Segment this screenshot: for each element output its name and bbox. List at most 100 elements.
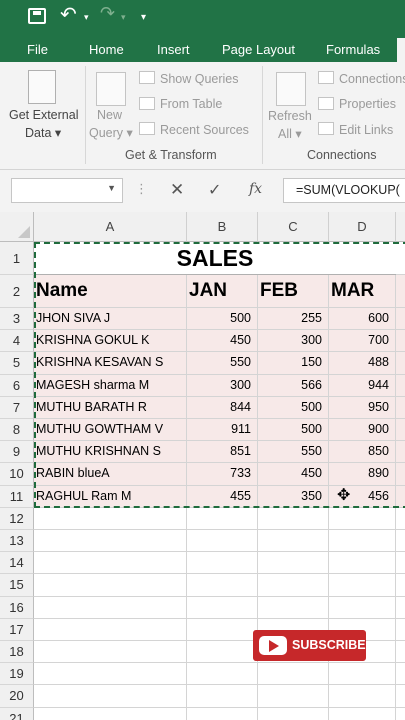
empty-cell[interactable] — [34, 530, 187, 553]
redo-dropdown-icon[interactable]: ▾ — [121, 12, 126, 23]
row-header[interactable]: 18 — [0, 641, 34, 664]
name-cell[interactable]: KRISHNA KESAVAN S — [34, 352, 187, 375]
customize-toolbar-icon[interactable]: ▾ — [141, 12, 146, 23]
cell[interactable] — [396, 463, 405, 486]
empty-cell[interactable] — [396, 641, 405, 664]
name-cell[interactable]: MAGESH sharma M — [34, 374, 187, 397]
cell[interactable] — [396, 242, 405, 275]
name-box-dropdown-icon[interactable]: ▼ — [107, 183, 116, 193]
sheet-title-cell[interactable]: SALES — [34, 242, 396, 275]
row-header[interactable]: 10 — [0, 463, 34, 486]
row-header[interactable]: 16 — [0, 596, 34, 619]
name-cell[interactable]: JHON SIVA J — [34, 308, 187, 331]
tab-home[interactable]: Home — [89, 42, 124, 57]
value-cell[interactable]: 900 — [329, 419, 396, 442]
empty-cell[interactable] — [396, 685, 405, 708]
save-icon[interactable] — [28, 8, 46, 24]
cell[interactable] — [396, 396, 405, 419]
column-header-d[interactable]: D — [329, 212, 396, 242]
subscribe-button[interactable]: SUBSCRIBE — [253, 630, 366, 661]
empty-cell[interactable] — [396, 508, 405, 530]
row-header[interactable]: 7 — [0, 396, 34, 419]
empty-cell[interactable] — [187, 552, 258, 575]
empty-cell[interactable] — [329, 574, 396, 597]
cell[interactable] — [396, 308, 405, 331]
value-cell[interactable]: 566 — [258, 374, 329, 397]
empty-cell[interactable] — [396, 552, 405, 575]
column-title-cell[interactable]: FEB — [258, 275, 329, 308]
empty-cell[interactable] — [258, 507, 329, 530]
cell[interactable] — [396, 441, 405, 464]
empty-cell[interactable] — [34, 707, 187, 720]
row-header[interactable]: 17 — [0, 618, 34, 641]
column-header-b[interactable]: B — [187, 212, 258, 242]
tab-file[interactable]: File — [27, 42, 48, 57]
empty-cell[interactable] — [187, 663, 258, 686]
value-cell[interactable]: 550 — [258, 441, 329, 464]
cell[interactable] — [396, 374, 405, 397]
value-cell[interactable]: 500 — [187, 308, 258, 331]
cell[interactable] — [396, 485, 405, 508]
row-header[interactable]: 20 — [0, 685, 34, 708]
row-header[interactable]: 15 — [0, 574, 34, 597]
value-cell[interactable]: 850 — [329, 441, 396, 464]
empty-cell[interactable] — [187, 574, 258, 597]
column-title-cell[interactable]: JAN — [187, 275, 258, 308]
cell[interactable] — [396, 330, 405, 353]
value-cell[interactable]: 488 — [329, 352, 396, 375]
empty-cell[interactable] — [187, 707, 258, 720]
value-cell[interactable]: 844 — [187, 396, 258, 419]
column-title-cell[interactable]: MAR — [329, 275, 396, 308]
value-cell[interactable]: 950 — [329, 396, 396, 419]
value-cell[interactable]: 733 — [187, 463, 258, 486]
row-header[interactable]: 9 — [0, 441, 34, 464]
cell[interactable] — [396, 275, 405, 308]
row-header[interactable]: 2 — [0, 275, 34, 308]
row-header[interactable]: 5 — [0, 352, 34, 375]
value-cell[interactable]: 890 — [329, 463, 396, 486]
value-cell[interactable]: 851 — [187, 441, 258, 464]
empty-cell[interactable] — [258, 530, 329, 553]
value-cell[interactable]: 600 — [329, 308, 396, 331]
empty-cell[interactable] — [329, 596, 396, 619]
value-cell[interactable]: 500 — [258, 419, 329, 442]
empty-cell[interactable] — [34, 552, 187, 575]
empty-cell[interactable] — [34, 618, 187, 641]
cancel-icon[interactable]: ✕ — [170, 180, 184, 200]
row-header[interactable]: 4 — [0, 330, 34, 353]
value-cell[interactable]: 150 — [258, 352, 329, 375]
value-cell[interactable]: 300 — [187, 374, 258, 397]
empty-cell[interactable] — [187, 530, 258, 553]
empty-cell[interactable] — [396, 530, 405, 553]
empty-cell[interactable] — [396, 663, 405, 686]
column-header-e[interactable] — [396, 212, 405, 242]
empty-cell[interactable] — [34, 685, 187, 708]
empty-cell[interactable] — [396, 597, 405, 619]
row-header[interactable]: 21 — [0, 707, 34, 720]
empty-cell[interactable] — [329, 707, 396, 720]
value-cell[interactable]: 455 — [187, 485, 258, 508]
empty-cell[interactable] — [187, 618, 258, 641]
empty-cell[interactable] — [329, 507, 396, 530]
empty-cell[interactable] — [258, 552, 329, 575]
row-header[interactable]: 12 — [0, 507, 34, 530]
value-cell[interactable]: 700 — [329, 330, 396, 353]
empty-cell[interactable] — [329, 685, 396, 708]
value-cell[interactable]: 255 — [258, 308, 329, 331]
name-box[interactable]: ▼ — [11, 178, 123, 203]
value-cell[interactable]: 500 — [258, 396, 329, 419]
column-title-cell[interactable]: Name — [34, 275, 187, 308]
row-header[interactable]: 8 — [0, 419, 34, 442]
empty-cell[interactable] — [396, 574, 405, 597]
row-header[interactable]: 19 — [0, 663, 34, 686]
name-cell[interactable]: RAGHUL Ram M — [34, 485, 187, 508]
empty-cell[interactable] — [258, 574, 329, 597]
empty-cell[interactable] — [258, 663, 329, 686]
empty-cell[interactable] — [34, 641, 187, 664]
row-header[interactable]: 14 — [0, 552, 34, 575]
column-header-a[interactable]: A — [34, 212, 187, 242]
value-cell[interactable]: 944 — [329, 374, 396, 397]
undo-icon[interactable]: ↶ — [60, 2, 77, 27]
tab-data-active[interactable] — [397, 38, 405, 62]
refresh-all-icon[interactable] — [276, 72, 306, 106]
